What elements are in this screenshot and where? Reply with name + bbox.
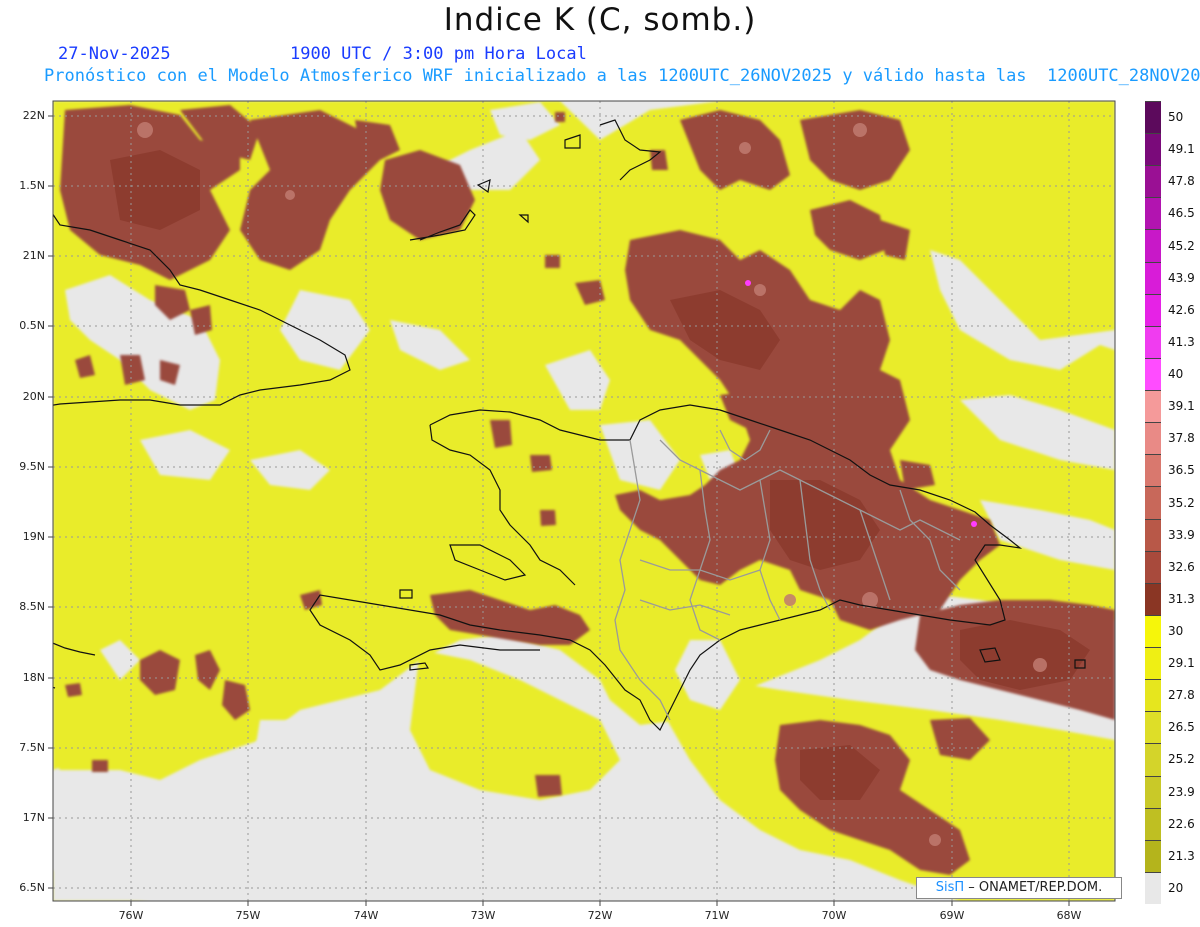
legend-label: 33.9 <box>1168 527 1195 542</box>
legend-swatch <box>1145 871 1161 904</box>
lat-label: 17N <box>22 811 45 824</box>
legend-swatch <box>1145 518 1161 551</box>
lat-label: 8.5N <box>19 600 45 613</box>
legend-label: 20 <box>1168 880 1184 895</box>
lat-label: 20N <box>22 390 45 403</box>
lat-label: 19N <box>22 530 45 543</box>
legend-label: 26.5 <box>1168 720 1195 735</box>
legend-swatch <box>1145 775 1161 808</box>
legend-swatch <box>1145 229 1161 262</box>
legend-swatch <box>1145 839 1161 872</box>
legend-swatch <box>1145 357 1161 391</box>
lat-label: 0.5N <box>19 319 45 332</box>
legend-swatch <box>1145 261 1161 294</box>
legend-swatch <box>1145 486 1161 519</box>
legend-label: 45.2 <box>1168 238 1195 253</box>
legend-label: 30 <box>1168 623 1184 638</box>
lat-label: 18N <box>22 671 45 684</box>
legend-label: 21.3 <box>1168 848 1195 863</box>
legend-swatch <box>1145 325 1161 358</box>
legend-swatch <box>1145 101 1161 134</box>
k-index-map <box>48 100 1116 906</box>
legend-label: 37.8 <box>1168 431 1195 446</box>
legend-label: 32.6 <box>1168 559 1195 574</box>
legend-label: 35.2 <box>1168 495 1195 510</box>
legend-label: 22.6 <box>1168 816 1195 831</box>
lat-label: 7.5N <box>19 741 45 754</box>
legend-label: 50 <box>1168 110 1184 125</box>
lon-label: 74W <box>353 909 379 922</box>
sis-logo-text: SisΠ <box>935 880 965 895</box>
legend-swatch <box>1145 614 1161 648</box>
legend-label: 46.5 <box>1168 206 1195 221</box>
legend-label: 36.5 <box>1168 463 1195 478</box>
legend-swatch <box>1145 293 1161 326</box>
color-legend <box>1145 101 1161 904</box>
legend-swatch <box>1145 133 1161 166</box>
legend-swatch <box>1145 197 1161 230</box>
credit-box: SisΠ – ONAMET/REP.DOM. <box>916 877 1122 899</box>
legend-label: 39.1 <box>1168 399 1195 414</box>
lat-label: 21N <box>22 249 45 262</box>
legend-label: 47.8 <box>1168 174 1195 189</box>
lon-label: 73W <box>470 909 496 922</box>
legend-swatch <box>1145 743 1161 776</box>
legend-swatch <box>1145 390 1161 423</box>
legend-label: 41.3 <box>1168 334 1195 349</box>
credit-org: – ONAMET/REP.DOM. <box>964 880 1103 895</box>
magenta-spot <box>971 521 977 527</box>
legend-label: 40 <box>1168 367 1184 382</box>
lon-label: 75W <box>235 909 261 922</box>
legend-label: 27.8 <box>1168 688 1195 703</box>
lon-label: 76W <box>118 909 144 922</box>
legend-swatch <box>1145 647 1161 680</box>
lon-label: 68W <box>1056 909 1082 922</box>
legend-label: 42.6 <box>1168 302 1195 317</box>
lat-label: 9.5N <box>19 460 45 473</box>
magenta-spot <box>745 280 751 286</box>
legend-label: 49.1 <box>1168 142 1195 157</box>
legend-label: 31.3 <box>1168 591 1195 606</box>
legend-label: 43.9 <box>1168 270 1195 285</box>
legend-swatch <box>1145 679 1161 712</box>
lon-label: 72W <box>587 909 613 922</box>
legend-label: 25.2 <box>1168 752 1195 767</box>
legend-swatch <box>1145 422 1161 455</box>
lon-label: 71W <box>704 909 730 922</box>
legend-swatch <box>1145 165 1161 198</box>
legend-swatch <box>1145 711 1161 744</box>
legend-swatch <box>1145 582 1161 615</box>
legend-swatch <box>1145 807 1161 840</box>
legend-swatch <box>1145 454 1161 487</box>
legend-label: 23.9 <box>1168 784 1195 799</box>
lat-label: 6.5N <box>19 881 45 894</box>
lat-label: 1.5N <box>19 179 45 192</box>
legend-swatch <box>1145 550 1161 583</box>
lat-label: 22N <box>22 109 45 122</box>
lon-label: 70W <box>821 909 847 922</box>
legend-label: 29.1 <box>1168 656 1195 671</box>
lon-label: 69W <box>939 909 965 922</box>
